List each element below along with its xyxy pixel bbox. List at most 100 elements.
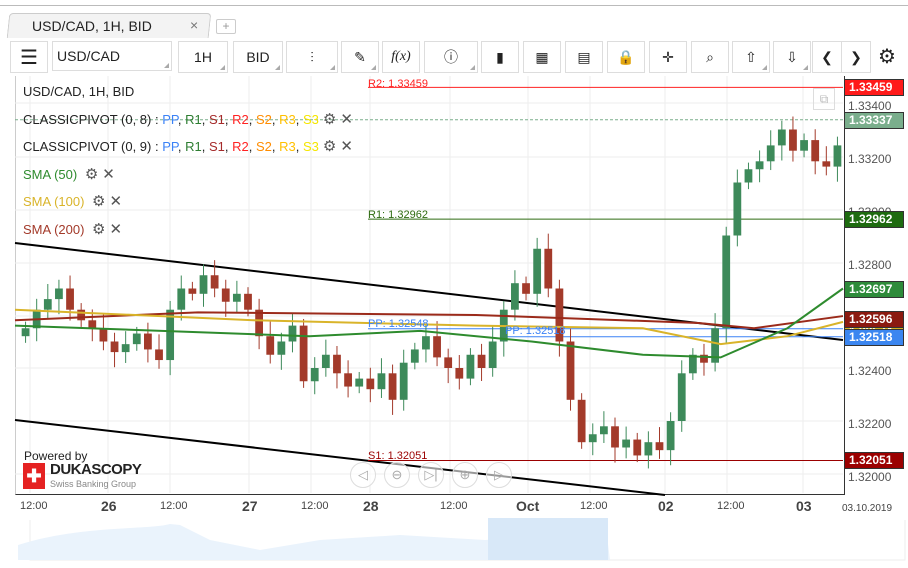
scroll-left-button[interactable]: ◁	[350, 462, 376, 488]
candle	[210, 275, 219, 289]
candle	[722, 235, 731, 329]
candle	[244, 293, 252, 310]
navigator-window	[488, 518, 608, 560]
pivot-name: CLASSICPIVOT (0, 8)	[23, 112, 152, 127]
candle	[232, 293, 241, 302]
reset-button[interactable]: ▷|	[418, 462, 444, 488]
pivot-part-r2: R2	[232, 139, 249, 154]
gear-icon[interactable]: ⚙	[92, 193, 105, 210]
candle	[433, 336, 441, 358]
close-icon[interactable]: ✕	[340, 138, 353, 155]
x-axis-time-label: 12:00	[160, 500, 188, 512]
price-tag: 1.32962	[844, 211, 904, 229]
close-icon[interactable]: ✕	[340, 111, 353, 128]
candle	[99, 328, 108, 342]
close-icon[interactable]: ✕	[110, 221, 123, 238]
pivot-pp2-label: PP: 1.32518	[505, 325, 566, 337]
candle	[800, 140, 808, 151]
candle	[566, 341, 575, 400]
popout-icon[interactable]: ⧉	[813, 88, 835, 110]
pivot-part-s3: S3	[302, 139, 319, 154]
pivot-part-r1: R1	[185, 139, 202, 154]
sma-label: SMA (200)	[23, 222, 85, 237]
scroll-right-button[interactable]: ▷	[486, 462, 512, 488]
candle	[577, 399, 586, 443]
candle	[811, 140, 820, 162]
pivot-part-r3: R3	[279, 139, 296, 154]
candle	[777, 129, 786, 146]
x-axis-date-label: 27	[242, 498, 258, 514]
zoom-in-button[interactable]: ⊕	[452, 462, 478, 488]
candle	[333, 354, 341, 374]
legend-pivot-1[interactable]: CLASSICPIVOT (0, 8) : PP, R1, S1, R2, S2…	[23, 110, 353, 128]
close-icon[interactable]: ✕	[110, 193, 123, 210]
candle	[522, 283, 530, 294]
candle	[666, 421, 675, 451]
gear-icon[interactable]: ⚙	[92, 221, 105, 238]
pivot-parts: : PP, R1, S1, R2, S2, R3, S3	[151, 139, 319, 154]
pivot-r2-label: R2: 1.33459	[368, 78, 428, 90]
price-tag: 1.33459	[844, 79, 904, 97]
candle	[833, 145, 842, 167]
legend-sma50[interactable]: SMA (50) ⚙ ✕	[23, 165, 115, 183]
candle	[599, 426, 608, 435]
pivot-parts: : PP, R1, S1, R2, S2, R3, S3	[151, 112, 319, 127]
pivot-part-r1: R1	[185, 112, 202, 127]
candle	[455, 368, 464, 379]
x-axis-time-label: 12:00	[440, 500, 468, 512]
pivot-part-pp: PP	[162, 112, 178, 127]
candle	[66, 288, 74, 310]
candle	[588, 434, 597, 443]
pivot-part-s2: S2	[255, 112, 272, 127]
x-axis-date-label: 02	[658, 498, 674, 514]
gear-icon[interactable]: ⚙	[323, 111, 336, 128]
candle	[88, 320, 97, 329]
pivot-part-r3: R3	[279, 112, 296, 127]
candle	[55, 288, 63, 300]
candle	[622, 439, 631, 448]
legend-sma200[interactable]: SMA (200) ⚙ ✕	[23, 220, 122, 238]
candle	[410, 349, 419, 363]
x-axis-time-label: 12:00	[20, 500, 48, 512]
candle	[121, 344, 130, 353]
y-axis-label: 1.32400	[848, 364, 892, 378]
legend-pivot-2[interactable]: CLASSICPIVOT (0, 9) : PP, R1, S1, R2, S2…	[23, 137, 353, 155]
candle	[221, 288, 230, 302]
candle	[155, 349, 163, 361]
candle	[344, 373, 352, 387]
candle	[511, 283, 519, 310]
candle	[377, 373, 386, 390]
x-axis-time-label: 12:00	[580, 500, 608, 512]
sma-label: SMA (50)	[23, 167, 78, 182]
x-axis-date-label: 28	[363, 498, 379, 514]
close-icon[interactable]: ✕	[102, 166, 115, 183]
gear-icon[interactable]: ⚙	[323, 138, 336, 155]
x-axis-date-label: Oct	[516, 498, 540, 514]
pivot-name: CLASSICPIVOT (0, 9)	[23, 139, 152, 154]
brand-name: DUKASCOPY	[50, 461, 142, 478]
current-date: 03.10.2019	[842, 503, 893, 514]
pivot-part-s1: S1	[208, 139, 225, 154]
y-axis-label: 1.32200	[848, 417, 892, 431]
candle	[477, 354, 486, 368]
price-tag: 1.32697	[844, 281, 904, 299]
candle	[110, 341, 119, 353]
candle	[388, 373, 397, 400]
candle	[132, 333, 141, 345]
price-tag: 1.32596	[844, 311, 904, 328]
sma-label: SMA (100)	[23, 194, 85, 209]
pivot-part-r2: R2	[232, 112, 249, 127]
zoom-out-button[interactable]: ⊖	[384, 462, 410, 488]
candle	[644, 442, 653, 456]
candle	[277, 341, 286, 355]
y-axis-label: 1.32800	[848, 258, 892, 272]
candle	[822, 161, 831, 167]
candle	[611, 426, 619, 448]
legend-sma100[interactable]: SMA (100) ⚙ ✕	[23, 192, 122, 210]
candle	[299, 325, 308, 382]
candle	[144, 333, 152, 350]
candle	[399, 362, 408, 400]
pivot-r1-label: R1: 1.32962	[368, 209, 428, 221]
candle	[310, 368, 319, 382]
gear-icon[interactable]: ⚙	[85, 166, 98, 183]
